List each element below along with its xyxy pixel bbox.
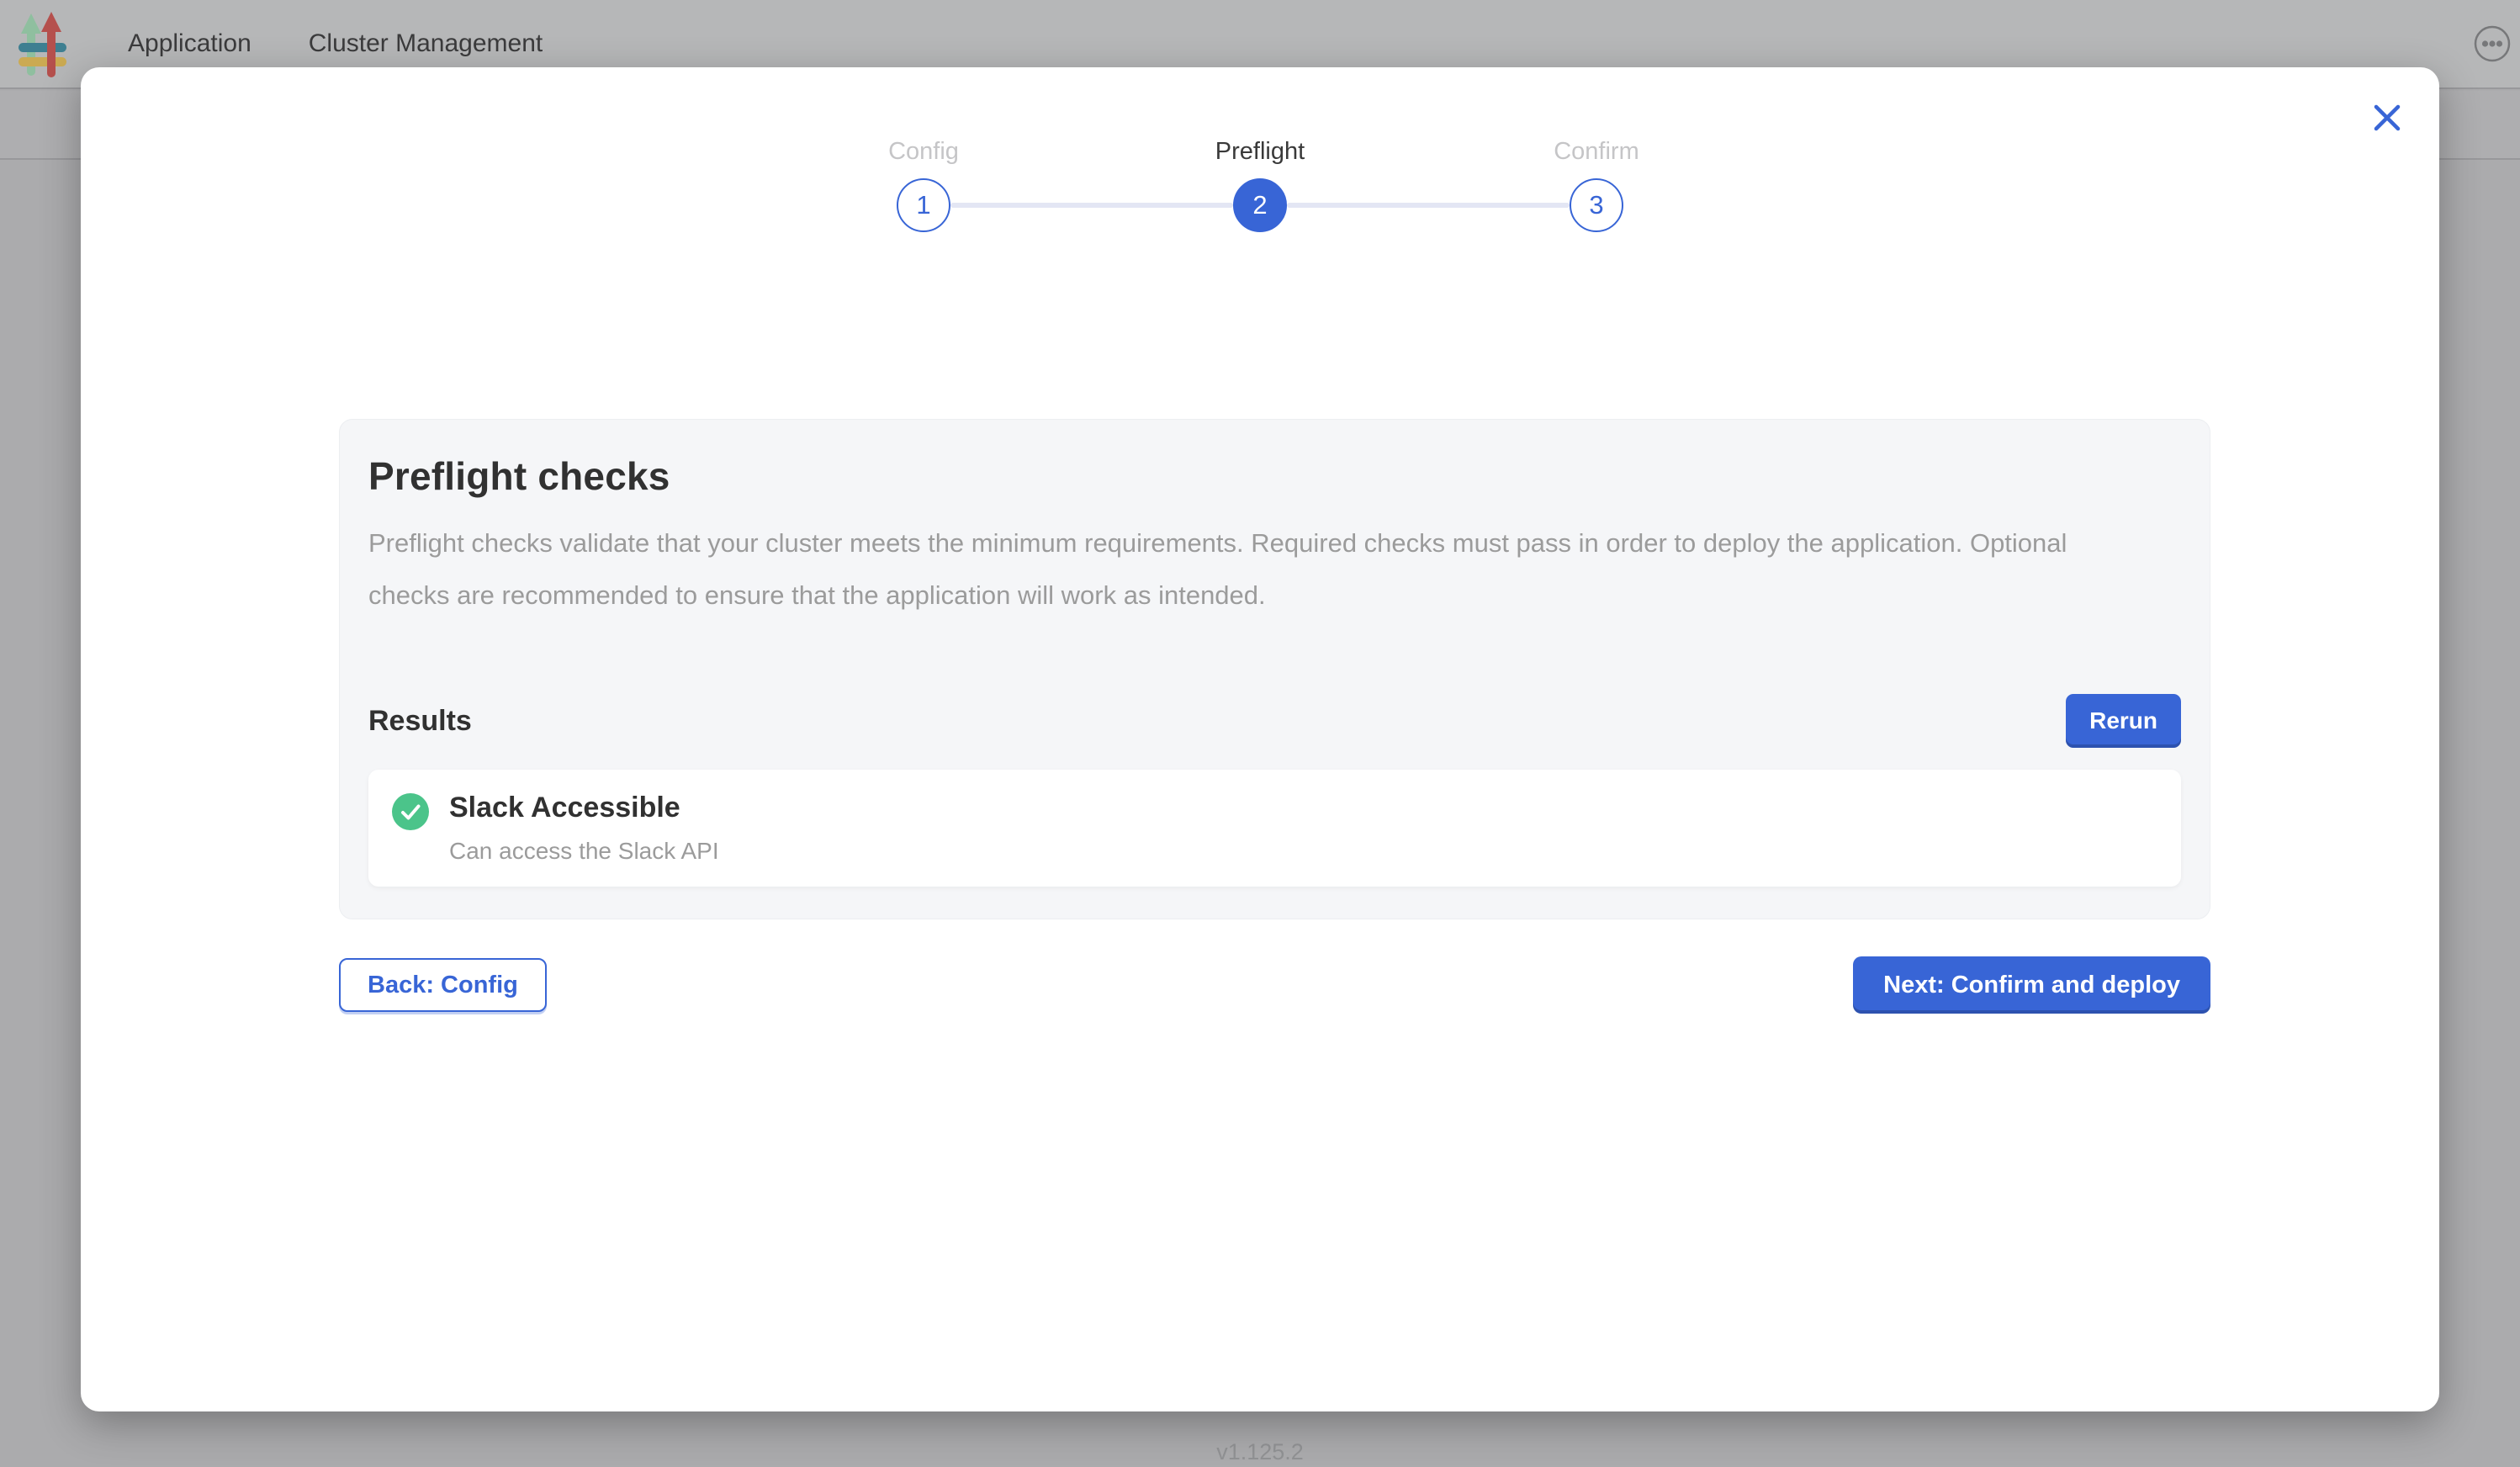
version-label: v1.125.2 [0,1439,2520,1465]
ellipsis-icon [2473,24,2512,63]
overflow-menu-button[interactable] [2473,24,2512,63]
step-label: Config [755,136,1092,167]
stepper: Config 1 Preflight 2 Confirm 3 [755,136,1765,271]
back-config-button[interactable]: Back: Config [339,958,547,1012]
nav-item-application[interactable]: Application [128,29,251,58]
check-detail: Can access the Slack API [449,838,719,865]
check-result-row: Slack Accessible Can access the Slack AP… [368,770,2181,887]
preflight-modal: Config 1 Preflight 2 Confirm 3 Preflight… [81,67,2439,1411]
step-circle-3[interactable]: 3 [1570,178,1623,232]
next-confirm-deploy-button[interactable]: Next: Confirm and deploy [1853,956,2210,1014]
step-circle-1[interactable]: 1 [897,178,950,232]
preflight-description: Preflight checks validate that your clus… [368,517,2126,622]
step-label: Confirm [1428,136,1765,167]
preflight-checks-card: Preflight checks Preflight checks valida… [339,419,2210,919]
main-nav: Application Cluster Management [128,29,543,58]
page-title: Preflight checks [368,453,2181,499]
app-logo-icon [12,6,86,82]
step-confirm: Confirm 3 [1428,136,1765,232]
step-preflight: Preflight 2 [1092,136,1428,232]
nav-item-cluster-management[interactable]: Cluster Management [309,29,543,58]
check-name: Slack Accessible [449,792,719,824]
close-icon[interactable] [2367,98,2407,138]
results-heading: Results [368,705,472,738]
check-circle-icon [392,793,429,830]
modal-footer-buttons: Back: Config Next: Confirm and deploy [339,956,2210,1014]
step-circle-2[interactable]: 2 [1233,178,1287,232]
step-label: Preflight [1092,136,1428,167]
check-result-text: Slack Accessible Can access the Slack AP… [449,792,719,865]
step-config: Config 1 [755,136,1092,232]
rerun-button[interactable]: Rerun [2066,694,2181,748]
